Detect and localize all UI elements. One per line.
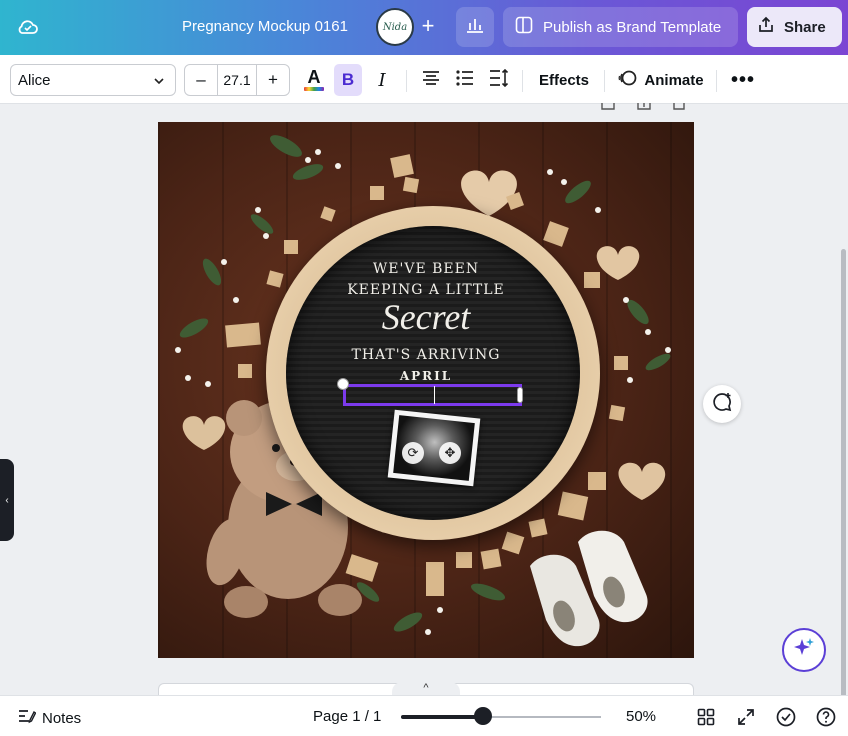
- page-indicator[interactable]: Page 1 / 1: [313, 708, 381, 725]
- check-icon[interactable]: [775, 706, 797, 728]
- document-title[interactable]: Pregnancy Mockup 0161: [182, 18, 348, 35]
- effects-button[interactable]: Effects: [532, 64, 596, 96]
- toolbar-divider: [406, 70, 407, 92]
- comment-add-icon: [711, 391, 733, 418]
- message-month[interactable]: APRIL: [158, 369, 694, 383]
- italic-button[interactable]: I: [368, 64, 396, 96]
- line-spacing-icon: [489, 68, 509, 92]
- share-icon: [757, 16, 784, 38]
- avatar[interactable]: Nida: [376, 8, 414, 46]
- selected-text-box[interactable]: [343, 384, 522, 406]
- invite-plus-button[interactable]: +: [414, 13, 442, 41]
- list-button[interactable]: [452, 64, 478, 96]
- magic-assistant-icon: [792, 636, 816, 665]
- notes-button[interactable]: Notes: [18, 708, 81, 728]
- publish-label: Publish as Brand Template: [543, 18, 722, 36]
- zoom-slider-thumb[interactable]: [474, 707, 492, 725]
- design-page[interactable]: WE'VE BEEN KEEPING A LITTLE Secret THAT'…: [158, 122, 694, 658]
- font-family-select[interactable]: Alice: [10, 64, 176, 96]
- share-label: Share: [784, 18, 826, 36]
- rotate-handle[interactable]: [337, 378, 349, 390]
- ultrasound-photo[interactable]: [387, 409, 481, 487]
- animate-button[interactable]: Animate: [614, 64, 708, 96]
- expand-side-panel-tab[interactable]: ‹: [0, 459, 14, 541]
- magic-assistant-button[interactable]: [782, 628, 826, 672]
- toolbar-divider: [716, 70, 717, 92]
- publish-icon: [515, 16, 543, 38]
- align-center-icon: [422, 70, 440, 91]
- top-header: Pregnancy Mockup 0161 Nida + Publish as …: [0, 0, 848, 55]
- message-secret[interactable]: Secret: [158, 296, 694, 338]
- list-icon: [456, 69, 474, 91]
- resize-handle[interactable]: [517, 387, 523, 403]
- more-options-button[interactable]: •••: [728, 64, 758, 96]
- notes-icon: [18, 708, 42, 728]
- vertical-scrollbar[interactable]: [841, 249, 846, 736]
- help-icon[interactable]: [815, 706, 837, 728]
- text-color-button[interactable]: A: [300, 64, 328, 96]
- color-bar: [304, 87, 324, 91]
- text-toolbar: Alice – 27.1 + A B I Effects Animate •••: [0, 55, 848, 104]
- toolbar-divider: [522, 70, 523, 92]
- add-page-icon[interactable]: [672, 100, 686, 118]
- heart-decoration: [182, 416, 226, 450]
- font-size-stepper: – 27.1 +: [184, 64, 290, 96]
- text-color-glyph: A: [307, 67, 321, 87]
- grid-view-icon[interactable]: [695, 706, 717, 728]
- baby-shoes: [530, 530, 648, 647]
- zoom-level[interactable]: 50%: [626, 708, 656, 725]
- move-icon[interactable]: ✥: [439, 442, 461, 464]
- duplicate-icon[interactable]: [636, 100, 652, 118]
- animate-icon: [618, 68, 644, 92]
- notes-label: Notes: [42, 709, 82, 727]
- font-name: Alice: [18, 71, 51, 89]
- insights-icon: [465, 16, 485, 39]
- zoom-slider-fill: [401, 715, 483, 719]
- share-button[interactable]: Share: [747, 7, 842, 47]
- bold-button[interactable]: B: [334, 64, 362, 96]
- message-line-1[interactable]: WE'VE BEEN: [158, 261, 694, 277]
- replace-image-icon[interactable]: ⟳: [402, 442, 424, 464]
- insights-button[interactable]: [456, 7, 494, 47]
- message-line-4[interactable]: THAT'S ARRIVING: [158, 347, 694, 363]
- bottom-bar: Notes Page 1 / 1 50%: [0, 695, 848, 736]
- add-comment-button[interactable]: [703, 385, 741, 423]
- lock-icon[interactable]: [600, 100, 616, 118]
- chevron-down-icon: [153, 74, 165, 91]
- publish-brand-template-button[interactable]: Publish as Brand Template: [503, 7, 738, 47]
- fullscreen-icon[interactable]: [735, 706, 757, 728]
- align-center-button[interactable]: [418, 64, 444, 96]
- decrease-font-size-button[interactable]: –: [185, 70, 217, 90]
- toolbar-divider: [604, 70, 605, 92]
- text-caret: [434, 386, 435, 404]
- increase-font-size-button[interactable]: +: [257, 70, 289, 90]
- font-size-input[interactable]: 27.1: [217, 65, 257, 95]
- heart-decoration: [618, 462, 666, 500]
- line-spacing-button[interactable]: [486, 64, 512, 96]
- cloud-sync-icon[interactable]: [16, 16, 40, 38]
- animate-label: Animate: [644, 71, 704, 89]
